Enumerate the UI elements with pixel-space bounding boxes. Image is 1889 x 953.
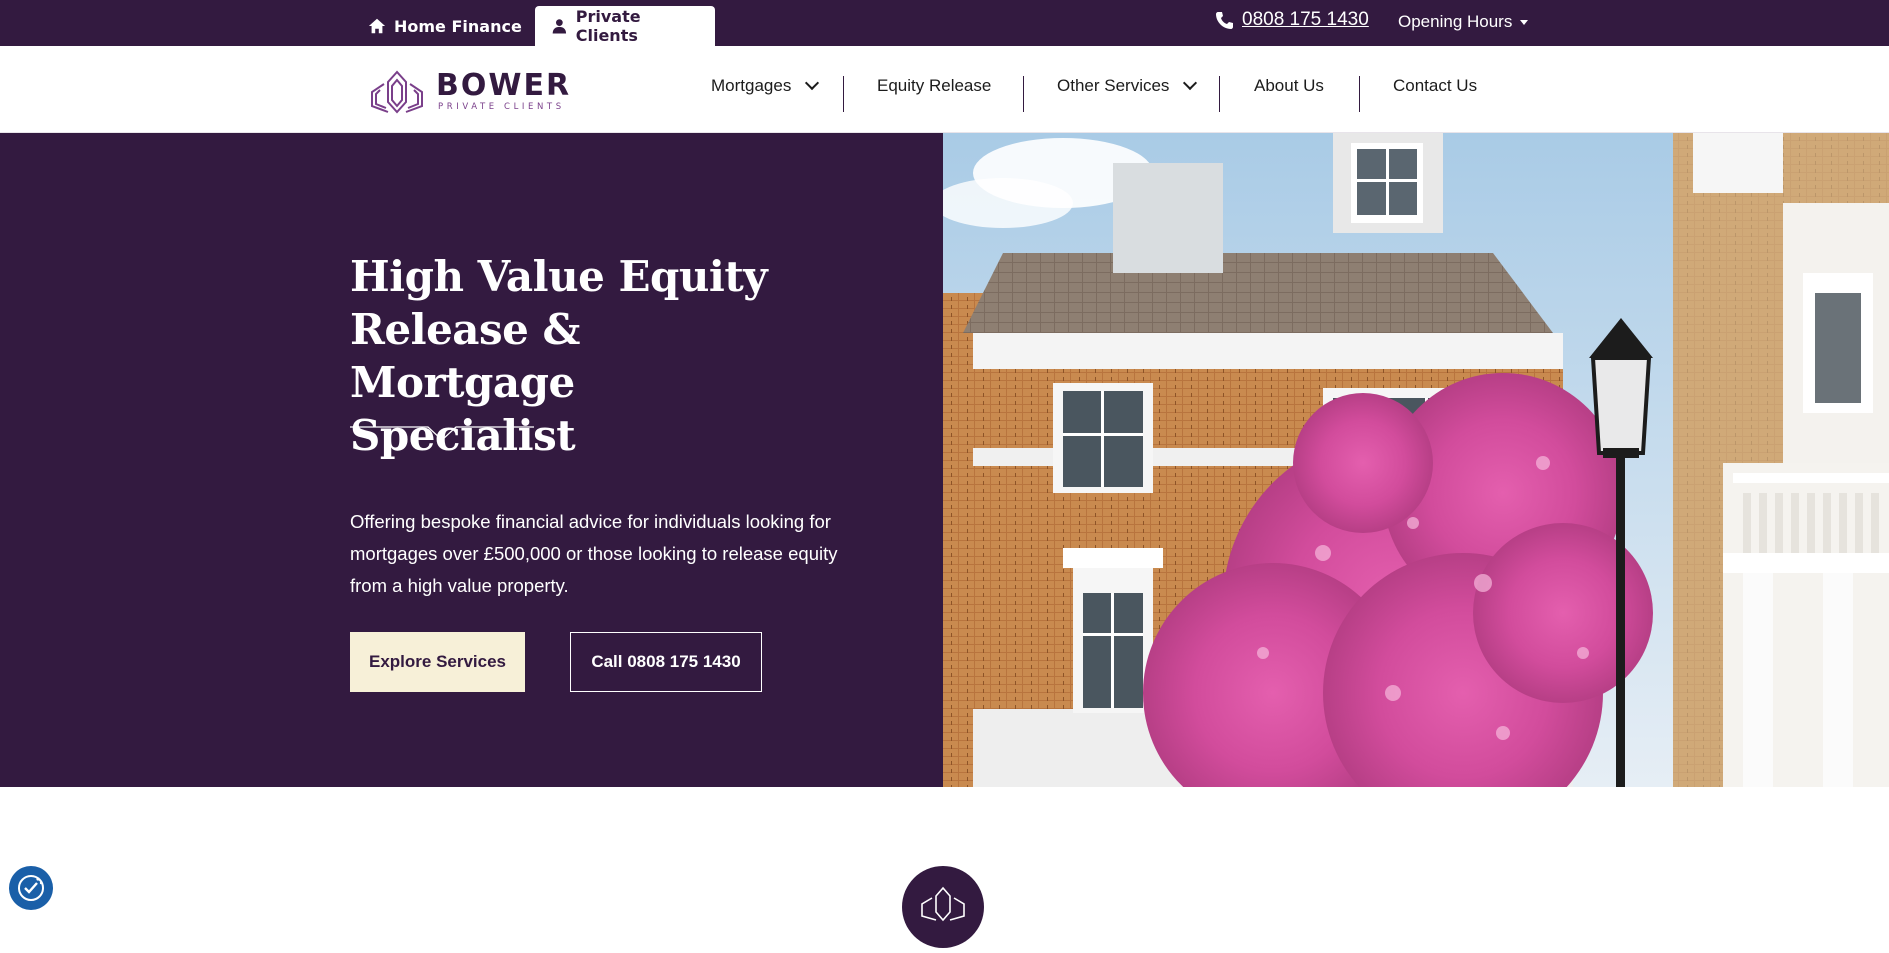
- nav-item-about-us[interactable]: About Us: [1254, 76, 1324, 96]
- top-bar: Home Finance Private Clients 0808 175 14…: [0, 0, 1889, 46]
- tab-private-clients[interactable]: Private Clients: [535, 6, 715, 46]
- home-icon: [368, 18, 386, 34]
- hero-intro-text: Offering bespoke financial advice for in…: [350, 511, 838, 596]
- nav-divider: [1023, 76, 1024, 112]
- tab-home-finance[interactable]: Home Finance: [352, 6, 538, 46]
- tab-private-clients-label: Private Clients: [575, 7, 641, 45]
- chevron-divider-icon: [350, 426, 534, 441]
- explore-services-button[interactable]: Explore Services: [350, 632, 525, 692]
- nav-item-mortgages[interactable]: Mortgages: [711, 75, 820, 96]
- opening-hours-label: Opening Hours: [1398, 12, 1513, 31]
- logo[interactable]: BOWER PRIVATE CLIENTS: [366, 68, 571, 116]
- townhouse-image: [943, 133, 1889, 787]
- main-nav: BOWER PRIVATE CLIENTS Mortgages Equity R…: [0, 46, 1889, 133]
- phone-link[interactable]: 0808 175 1430: [1214, 9, 1369, 31]
- nav-item-about-us-label: About Us: [1254, 76, 1324, 95]
- phone-number: 0808 175 1430: [1242, 9, 1369, 30]
- nav-divider: [843, 76, 844, 112]
- chevron-down-icon: [1183, 75, 1198, 91]
- nav-item-contact-us[interactable]: Contact Us: [1393, 76, 1477, 96]
- cookie-settings-button[interactable]: [9, 866, 53, 910]
- nav-item-equity-release-label: Equity Release: [877, 76, 992, 95]
- logo-subtitle: PRIVATE CLIENTS: [438, 102, 565, 112]
- lotus-logo-icon: [371, 70, 423, 114]
- nav-divider: [1359, 76, 1360, 112]
- nav-item-other-services-label: Other Services: [1057, 76, 1170, 95]
- nav-item-contact-us-label: Contact Us: [1393, 76, 1478, 95]
- caret-down-icon: [1520, 19, 1529, 25]
- nav-item-equity-release[interactable]: Equity Release: [877, 76, 991, 96]
- cookie-settings-icon: [18, 875, 44, 901]
- person-icon: [552, 19, 567, 34]
- phone-icon: [1216, 12, 1233, 29]
- nav-item-mortgages-label: Mortgages: [711, 76, 792, 95]
- hero-image: [943, 133, 1889, 787]
- call-button[interactable]: Call 0808 175 1430: [570, 632, 762, 692]
- nav-divider: [1219, 76, 1220, 112]
- tab-home-finance-label: Home Finance: [394, 16, 522, 36]
- opening-hours-dropdown[interactable]: Opening Hours: [1398, 12, 1529, 32]
- logo-wordmark: BOWER: [436, 68, 572, 103]
- nav-item-other-services[interactable]: Other Services: [1057, 75, 1198, 96]
- lotus-badge-icon: [902, 866, 984, 948]
- chevron-down-icon: [805, 75, 820, 91]
